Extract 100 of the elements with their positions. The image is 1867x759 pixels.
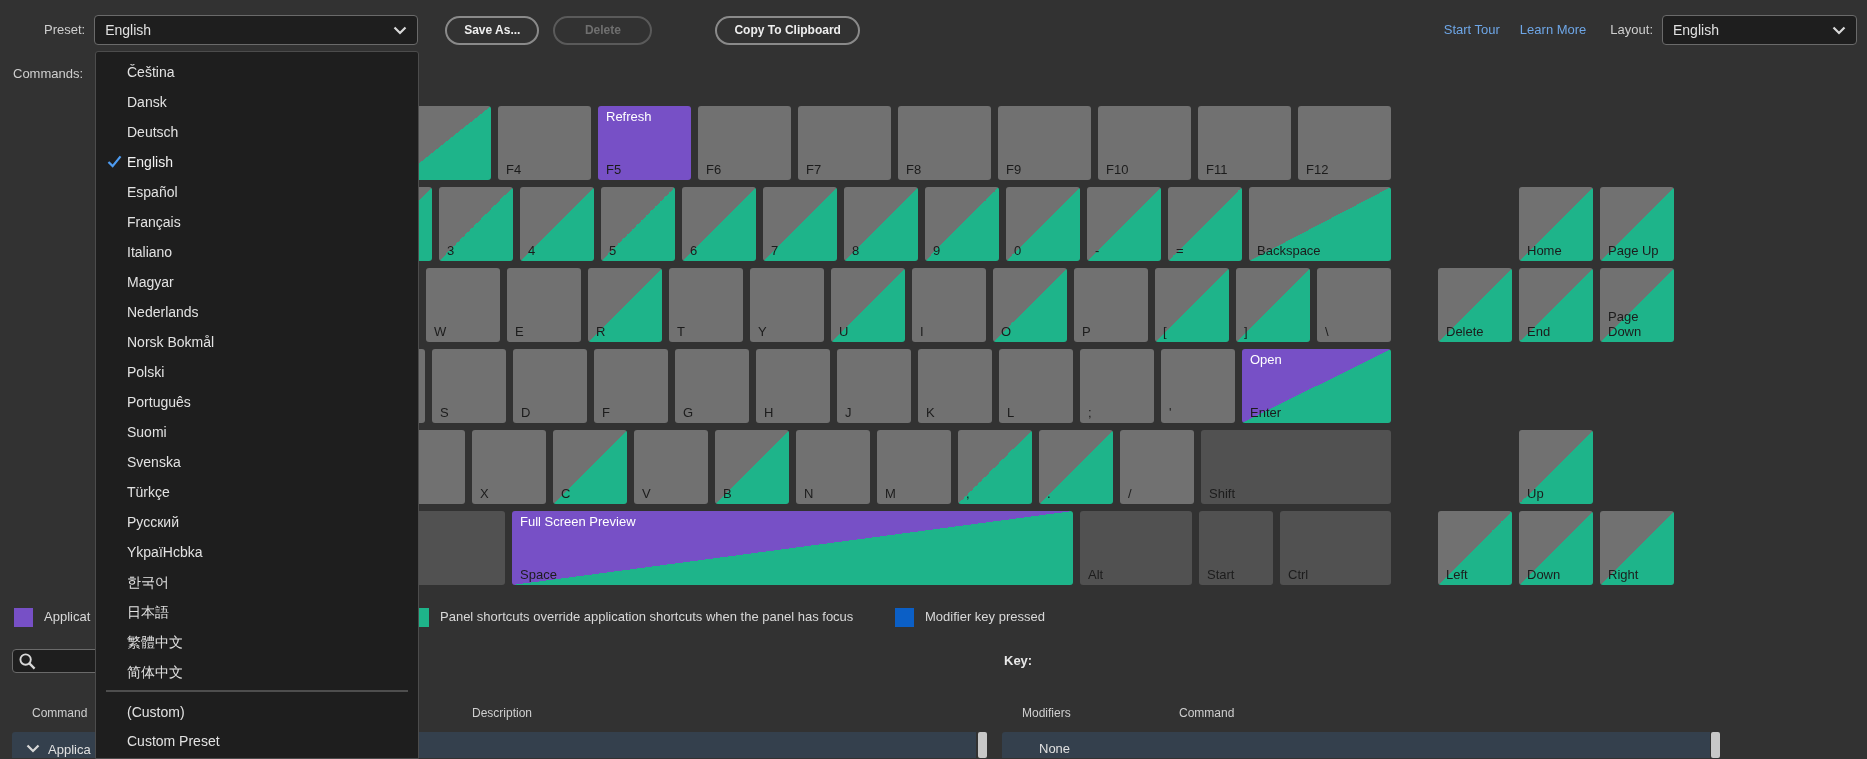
keyboard-key[interactable]: ; (1080, 349, 1154, 423)
keyboard-key[interactable]: / (1120, 430, 1194, 504)
menu-item[interactable]: Türkçe (96, 477, 418, 507)
key-label: F8 (906, 162, 923, 177)
toolbar-button[interactable]: Copy To Clipboard (715, 15, 860, 45)
menu-item[interactable]: Polski (96, 357, 418, 387)
keyboard-key[interactable]: Delete (1438, 268, 1512, 342)
keyboard-key[interactable]: Backspace (1249, 187, 1391, 261)
keyboard-key[interactable]: X (472, 430, 546, 504)
keyboard-key[interactable]: Up (1519, 430, 1593, 504)
chevron-down-icon[interactable] (26, 744, 40, 753)
keyboard-key[interactable]: 9 (925, 187, 999, 261)
keyboard-key[interactable]: Full Screen Preview Space (512, 511, 1073, 585)
menu-item[interactable]: Čeština (96, 57, 418, 87)
keyboard-key[interactable]: H (756, 349, 830, 423)
keyboard-key[interactable]: T (669, 268, 743, 342)
layout-dropdown[interactable]: English (1662, 15, 1857, 45)
menu-item[interactable]: English (96, 147, 418, 177)
key-label: = (1176, 243, 1185, 258)
keyboard-key[interactable]: N (796, 430, 870, 504)
keyboard-key[interactable]: B (715, 430, 789, 504)
scrollbar[interactable] (978, 732, 987, 758)
menu-item[interactable]: Русский (96, 507, 418, 537)
keyboard-key[interactable]: I (912, 268, 986, 342)
preset-dropdown[interactable]: English (94, 15, 419, 45)
keyboard-key[interactable]: F6 (698, 106, 791, 180)
keyboard-key[interactable]: End (1519, 268, 1593, 342)
menu-item[interactable]: 한국어 (96, 567, 418, 597)
menu-item[interactable]: Nederlands (96, 297, 418, 327)
keyboard-key[interactable]: , (958, 430, 1032, 504)
keyboard-key[interactable]: G (675, 349, 749, 423)
scrollbar[interactable] (1711, 732, 1720, 758)
keyboard-key[interactable]: K (918, 349, 992, 423)
keyboard-key[interactable]: Y (750, 268, 824, 342)
menu-item[interactable]: Deutsch (96, 117, 418, 147)
keyboard-key[interactable]: F7 (798, 106, 891, 180)
key-label: Page Up (1608, 243, 1660, 258)
keyboard-key[interactable]: U (831, 268, 905, 342)
keyboard-key[interactable]: Left (1438, 511, 1512, 585)
keyboard-key[interactable]: Home (1519, 187, 1593, 261)
keyboard-key[interactable]: S (432, 349, 506, 423)
header-link[interactable]: Start Tour (1443, 20, 1500, 40)
keyboard-key[interactable]: F11 (1198, 106, 1291, 180)
keyboard-key[interactable]: 3 (439, 187, 513, 261)
key-label: , (966, 486, 971, 501)
toolbar-button[interactable]: Save As... (445, 15, 540, 45)
keyboard-key[interactable]: P (1074, 268, 1148, 342)
menu-item[interactable]: Français (96, 207, 418, 237)
keyboard-key[interactable]: Page Up (1600, 187, 1674, 261)
keyboard-key[interactable]: V (634, 430, 708, 504)
keyboard-key[interactable]: ' (1161, 349, 1235, 423)
menu-item[interactable]: YkpaïHcbka (96, 537, 418, 567)
keyboard-key[interactable]: 5 (601, 187, 675, 261)
keyboard-key[interactable]: F4 (498, 106, 591, 180)
menu-item[interactable]: 繁體中文 (96, 627, 418, 657)
header-link[interactable]: Learn More (1519, 20, 1587, 40)
menu-item[interactable]: Svenska (96, 447, 418, 477)
keyboard-key[interactable]: \ (1317, 268, 1391, 342)
keyboard-key[interactable]: [ (1155, 268, 1229, 342)
keyboard-key[interactable]: F9 (998, 106, 1091, 180)
keyboard-key[interactable]: M (877, 430, 951, 504)
keyboard-key[interactable]: Right (1600, 511, 1674, 585)
keyboard-key[interactable]: . (1039, 430, 1113, 504)
keyboard-key[interactable]: L (999, 349, 1073, 423)
menu-item[interactable]: (Custom) (96, 698, 418, 727)
menu-item[interactable]: Suomi (96, 417, 418, 447)
keyboard-key[interactable]: 7 (763, 187, 837, 261)
keyboard-key[interactable]: E (507, 268, 581, 342)
menu-item[interactable]: Português (96, 387, 418, 417)
menu-item[interactable]: Custom Preset (96, 727, 418, 756)
keyboard-key[interactable]: J (837, 349, 911, 423)
menu-item[interactable]: Dansk (96, 87, 418, 117)
menu-item[interactable]: Magyar (96, 267, 418, 297)
keyboard-key[interactable]: F12 (1298, 106, 1391, 180)
keyboard-key[interactable]: F (594, 349, 668, 423)
menu-item[interactable]: Norsk Bokmål (96, 327, 418, 357)
keyboard-key[interactable]: C (553, 430, 627, 504)
menu-item[interactable]: Español (96, 177, 418, 207)
keyboard-key[interactable]: Down (1519, 511, 1593, 585)
keyboard-key[interactable]: - (1087, 187, 1161, 261)
keyboard-key[interactable]: 8 (844, 187, 918, 261)
keyboard-key[interactable]: = (1168, 187, 1242, 261)
key-label: V (642, 486, 652, 501)
keyboard-key[interactable]: D (513, 349, 587, 423)
key-label: 4 (528, 243, 537, 258)
keyboard-key[interactable]: F10 (1098, 106, 1191, 180)
menu-item[interactable]: 日本語 (96, 597, 418, 627)
keyboard-key[interactable]: F8 (898, 106, 991, 180)
keyboard-key[interactable]: 4 (520, 187, 594, 261)
keyboard-key[interactable]: 0 (1006, 187, 1080, 261)
key-label: End (1527, 324, 1552, 339)
keyboard-key[interactable]: W (426, 268, 500, 342)
keyboard-key[interactable]: Refresh F5 (598, 106, 691, 180)
menu-item[interactable]: 简体中文 (96, 657, 418, 687)
key-label: P (1082, 324, 1092, 339)
keyboard-key[interactable]: 6 (682, 187, 756, 261)
keyboard-key[interactable]: O (993, 268, 1067, 342)
keyboard-key[interactable]: ] (1236, 268, 1310, 342)
menu-item[interactable]: Italiano (96, 237, 418, 267)
keyboard-key[interactable]: R (588, 268, 662, 342)
